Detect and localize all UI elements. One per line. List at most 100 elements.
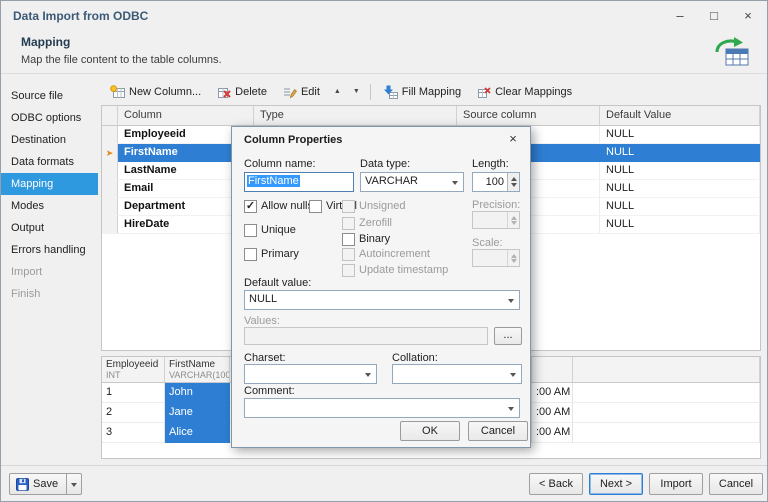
fill-mapping-label: Fill Mapping [401,85,462,98]
binary-checkbox[interactable]: Binary [342,232,390,246]
move-down-button[interactable]: ▼ [348,83,365,101]
clear-mappings-button[interactable]: Clear Mappings [470,81,579,103]
preview-time-cell[interactable]: :00 AM [532,403,573,423]
preview-time-cell[interactable]: :00 AM [532,383,573,403]
dialog-close-button[interactable]: × [505,131,521,146]
comment-combo[interactable] [244,398,520,418]
zerofill-checkbox: Zerofill [342,216,392,230]
unique-checkbox[interactable]: Unique [244,223,296,237]
window-controls: – □ × [663,1,765,31]
toolbar-separator [369,83,371,100]
save-dropdown-button[interactable] [67,473,83,495]
preview-firstname-cell[interactable]: Jane [165,403,230,423]
default-value-combo[interactable]: NULL [244,290,520,310]
spin-down-button[interactable] [508,182,519,191]
row-selector-cell[interactable] [102,162,118,180]
checkbox-icon [309,199,322,213]
preview-time-cell[interactable]: :00 AM [532,423,573,443]
preview-firstname-cell[interactable]: John [165,383,230,403]
length-label: Length: [472,158,509,170]
spinner-buttons [507,173,519,191]
checkbox-icon [342,232,355,246]
primary-checkbox[interactable]: Primary [244,247,299,261]
ok-button[interactable]: OK [400,421,460,441]
minimize-button[interactable]: – [663,1,697,31]
preview-id-cell[interactable]: 3 [102,423,165,443]
preview-empty-cell [573,423,760,443]
header-source-column[interactable]: Source column [457,106,600,125]
checkbox-disabled-icon [342,263,355,277]
edit-column-button[interactable]: Edit [276,81,327,103]
delete-column-button[interactable]: Delete [210,81,274,103]
sidebar-item-data-formats[interactable]: Data formats [1,151,98,173]
sidebar-item-source-file[interactable]: Source file [1,85,98,107]
row-selector-cell[interactable] [102,216,118,234]
update-timestamp-checkbox: Update timestamp [342,263,448,277]
header-type[interactable]: Type [254,106,457,125]
values-browse-button[interactable]: ... [494,327,522,345]
data-import-wizard-window: Data Import from ODBC – □ × Mapping Map … [0,0,768,502]
header-column[interactable]: Column [118,106,254,125]
default-value-cell[interactable]: NULL [600,162,760,180]
charset-combo[interactable] [244,364,377,384]
checkbox-icon [244,223,257,237]
column-name-label: Column name: [244,158,316,170]
dialog-cancel-button[interactable]: Cancel [468,421,528,441]
checkbox-label: Update timestamp [359,264,449,276]
default-value-cell[interactable]: NULL [600,180,760,198]
edit-icon [283,87,297,98]
save-button[interactable]: Save [9,473,68,495]
sidebar-item-destination[interactable]: Destination [1,129,98,151]
preview-column-type: VARCHAR(100) [169,370,230,380]
values-label: Values: [244,315,280,327]
sidebar-item-mapping[interactable]: Mapping [1,173,98,195]
comment-label: Comment: [244,385,295,397]
cancel-button[interactable]: Cancel [709,473,763,495]
header-default-value[interactable]: Default Value [600,106,760,125]
checkbox-label: Autoincrement [359,248,430,260]
maximize-button[interactable]: □ [697,1,731,31]
checkbox-label: Unique [261,224,296,236]
collation-combo[interactable] [392,364,522,384]
row-selector-cell[interactable] [102,198,118,216]
close-button[interactable]: × [731,1,765,31]
default-value-cell[interactable]: NULL [600,144,760,162]
preview-column-type: INT [106,370,121,380]
default-value-cell[interactable]: NULL [600,198,760,216]
next-button[interactable]: Next > [589,473,643,495]
row-selector-cell[interactable] [102,180,118,198]
unsigned-checkbox: Unsigned [342,199,405,213]
import-button[interactable]: Import [649,473,703,495]
wizard-steps-sidebar: Source file ODBC options Destination Dat… [1,75,98,465]
preview-header-firstname[interactable]: FirstName VARCHAR(100) [165,357,230,382]
import-table-icon [715,37,749,66]
new-column-button[interactable]: New Column... [103,81,208,103]
preview-id-cell[interactable]: 2 [102,403,165,423]
spin-up-button[interactable] [508,173,519,182]
sidebar-item-output[interactable]: Output [1,217,98,239]
default-value-cell[interactable]: NULL [600,216,760,234]
length-spinner[interactable]: 100 [472,172,520,192]
default-value-cell[interactable]: NULL [600,126,760,144]
data-type-combo[interactable]: VARCHAR [360,172,464,192]
sidebar-item-odbc-options[interactable]: ODBC options [1,107,98,129]
back-button[interactable]: < Back [529,473,583,495]
charset-label: Charset: [244,352,286,364]
preview-id-cell[interactable]: 1 [102,383,165,403]
row-selector-cell[interactable]: ➤ [102,144,118,162]
sidebar-item-errors-handling[interactable]: Errors handling [1,239,98,261]
sidebar-item-modes[interactable]: Modes [1,195,98,217]
checkbox-label: Zerofill [359,217,393,229]
preview-empty-cell [573,383,760,403]
preview-header-fragment [532,357,573,382]
precision-spinner [472,211,520,229]
preview-firstname-cell[interactable]: Alice [165,423,230,443]
checkbox-label: Primary [261,248,299,260]
column-name-input[interactable]: FirstName [244,172,354,192]
fill-mapping-button[interactable]: Fill Mapping [376,81,468,103]
checkbox-label: Unsigned [359,200,406,212]
row-selector-cell[interactable] [102,126,118,144]
allow-nulls-checkbox[interactable]: Allow nulls [244,199,313,213]
move-up-button[interactable]: ▲ [329,83,346,101]
preview-header-employeeid[interactable]: Employeeid INT [102,357,165,382]
